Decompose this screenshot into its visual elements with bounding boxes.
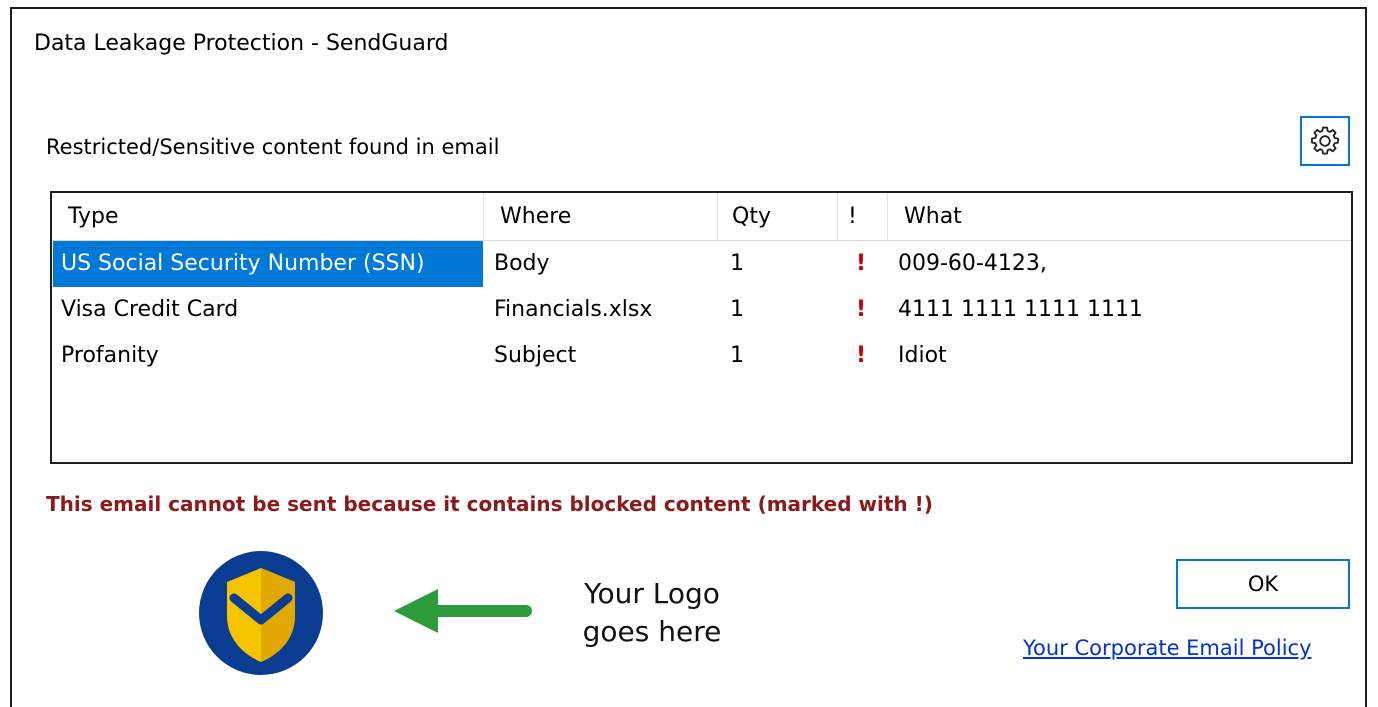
column-header-where[interactable]: Where (484, 193, 718, 241)
cell-what: 009-60-4123, (898, 251, 1047, 276)
logo-placeholder-line2: goes here (582, 615, 722, 648)
table-row[interactable]: Visa Credit Card Financials.xlsx 1 ! 411… (52, 287, 1351, 333)
logo-placeholder-text: Your Logo goes here (572, 575, 732, 651)
column-header-type[interactable]: Type (52, 193, 484, 241)
cell-type: US Social Security Number (SSN) (53, 241, 483, 287)
settings-button[interactable] (1300, 116, 1350, 166)
column-header-qty[interactable]: Qty (718, 193, 838, 241)
arrow-left-icon (394, 589, 532, 633)
corporate-email-policy-link[interactable]: Your Corporate Email Policy (1023, 636, 1312, 660)
table-row[interactable]: Profanity Subject 1 ! Idiot (52, 333, 1351, 379)
findings-table: Type Where Qty ! What US Social Security… (50, 191, 1353, 464)
gear-icon (1311, 126, 1339, 155)
blocked-flag: ! (856, 343, 867, 368)
cell-type: Profanity (61, 343, 159, 368)
blocked-flag: ! (856, 297, 867, 322)
window-title: Data Leakage Protection - SendGuard (34, 31, 449, 56)
shield-logo-icon (199, 551, 323, 675)
cell-qty: 1 (730, 297, 744, 322)
content-found-label: Restricted/Sensitive content found in em… (46, 135, 500, 159)
blocked-warning-message: This email cannot be sent because it con… (46, 492, 933, 516)
column-header-flag[interactable]: ! (838, 193, 888, 241)
cell-what: Idiot (898, 343, 947, 368)
dialog-window: Data Leakage Protection - SendGuard Rest… (10, 7, 1367, 707)
ok-button[interactable]: OK (1176, 559, 1350, 609)
cell-qty: 1 (730, 343, 744, 368)
table-header: Type Where Qty ! What (52, 193, 1351, 241)
table-row[interactable]: US Social Security Number (SSN) Body 1 !… (52, 241, 1351, 287)
cell-where: Body (494, 251, 550, 276)
logo-placeholder-line1: Your Logo (584, 577, 720, 610)
cell-what: 4111 1111 1111 1111 (898, 297, 1143, 322)
cell-qty: 1 (730, 251, 744, 276)
column-header-what[interactable]: What (888, 193, 1351, 241)
cell-type: Visa Credit Card (61, 297, 239, 322)
blocked-flag: ! (856, 251, 867, 276)
cell-where: Financials.xlsx (494, 297, 653, 322)
cell-where: Subject (494, 343, 577, 368)
